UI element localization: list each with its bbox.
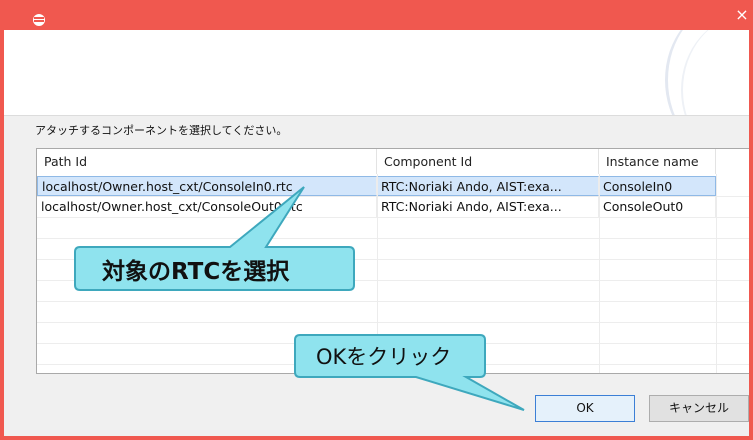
table-row[interactable]: localhost/Owner.host_cxt/ConsoleIn0.rtc … <box>37 176 749 197</box>
ok-button[interactable]: OK <box>535 395 635 422</box>
column-header-path-id[interactable]: Path Id <box>37 149 377 174</box>
column-divider <box>716 174 717 373</box>
dialog-banner <box>4 30 749 116</box>
path-id-cell: localhost/Owner.host_cxt/ConsoleOut0.rtc <box>37 197 377 217</box>
close-icon[interactable]: × <box>727 0 749 30</box>
column-header-component-id[interactable]: Component Id <box>377 149 599 174</box>
component-id-cell: RTC:Noriaki Ando, AIST:exa... <box>377 197 599 217</box>
column-divider <box>599 174 600 373</box>
cancel-button[interactable]: キャンセル <box>649 395 749 422</box>
instruction-text: アタッチするコンポーネントを選択してください。 <box>35 124 288 137</box>
eclipse-icon <box>33 14 45 26</box>
path-id-cell: localhost/Owner.host_cxt/ConsoleIn0.rtc <box>37 176 377 196</box>
callout-click-ok-text: OKをクリック <box>316 345 452 369</box>
component-id-cell: RTC:Noriaki Ando, AIST:exa... <box>377 176 599 196</box>
column-header-instance-name[interactable]: Instance name <box>599 149 716 174</box>
empty-row <box>37 218 749 239</box>
callout-select-rtc-text: 対象のRTCを選択 <box>102 259 290 285</box>
table-row[interactable]: localhost/Owner.host_cxt/ConsoleOut0.rtc… <box>37 197 749 218</box>
dialog-window: × アタッチするコンポーネントを選択してください。 Path Id Compon… <box>0 0 753 440</box>
table-header: Path Id Component Id Instance name <box>37 149 749 174</box>
title-bar: × <box>4 0 749 30</box>
instance-name-cell: ConsoleIn0 <box>599 176 716 196</box>
empty-row <box>37 302 749 323</box>
instance-name-cell: ConsoleOut0 <box>599 197 716 217</box>
